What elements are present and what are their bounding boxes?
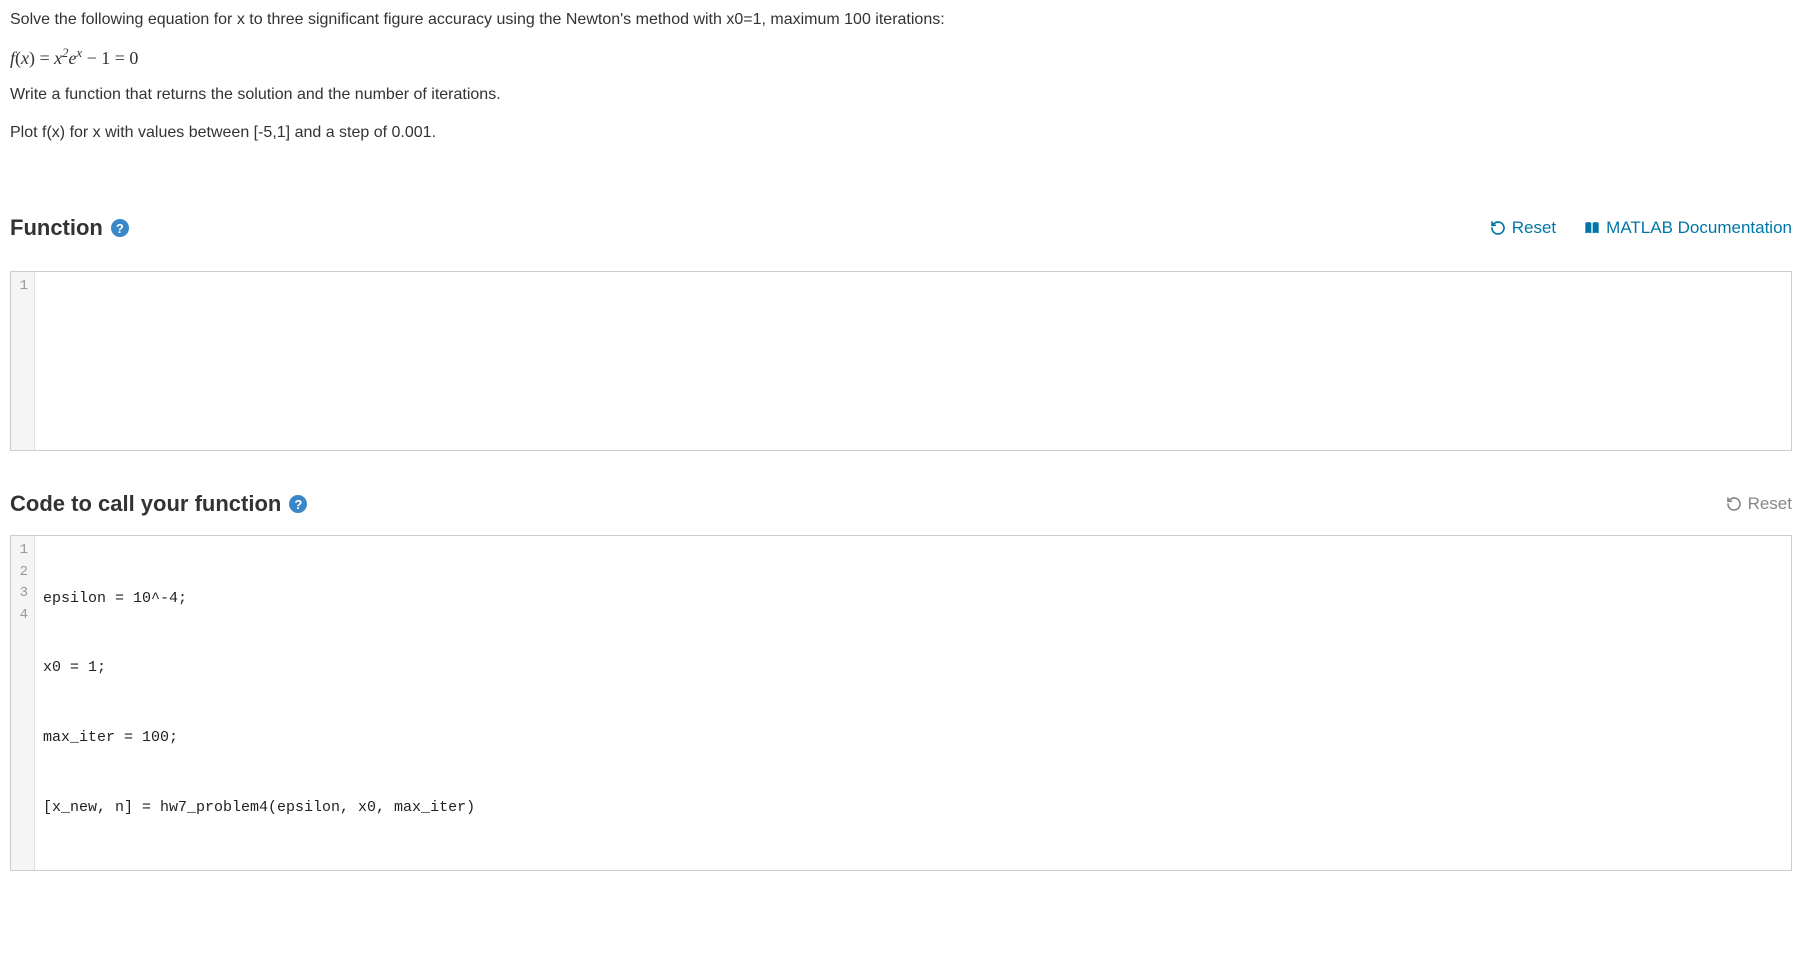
call-code-editor[interactable]: 1 2 3 4 epsilon = 10^-4; x0 = 1; max_ite… — [10, 535, 1792, 871]
call-section-title: Code to call your function ? — [10, 491, 307, 517]
reset-button[interactable]: Reset — [1490, 218, 1556, 238]
gutter-line: 4 — [15, 605, 28, 627]
matlab-documentation-link[interactable]: MATLAB Documentation — [1584, 218, 1792, 238]
code-line: x0 = 1; — [43, 656, 1783, 679]
function-section-title: Function ? — [10, 215, 129, 241]
problem-line-1: Solve the following equation for x to th… — [10, 8, 1792, 32]
call-editor-gutter: 1 2 3 4 — [11, 536, 35, 870]
help-icon[interactable]: ? — [289, 495, 307, 513]
function-header-actions: Reset MATLAB Documentation — [1490, 218, 1792, 238]
code-line: [x_new, n] = hw7_problem4(epsilon, x0, m… — [43, 796, 1783, 819]
problem-description: Solve the following equation for x to th… — [10, 8, 1792, 145]
code-line: max_iter = 100; — [43, 726, 1783, 749]
function-code-editor[interactable]: 1 — [10, 271, 1792, 451]
call-editor-content[interactable]: epsilon = 10^-4; x0 = 1; max_iter = 100;… — [35, 536, 1791, 870]
gutter-line: 1 — [15, 276, 28, 298]
reset-icon — [1490, 220, 1506, 236]
reset-icon — [1726, 496, 1742, 512]
reset-button[interactable]: Reset — [1726, 494, 1792, 514]
function-section-header: Function ? Reset MATLAB Documentation — [10, 215, 1792, 241]
problem-equation: f(x) = x2ex − 1 = 0 — [10, 46, 1792, 69]
function-editor-gutter: 1 — [11, 272, 35, 450]
book-icon — [1584, 220, 1600, 236]
help-icon[interactable]: ? — [111, 219, 129, 237]
gutter-line: 3 — [15, 583, 28, 605]
gutter-line: 1 — [15, 540, 28, 562]
code-line: epsilon = 10^-4; — [43, 587, 1783, 610]
call-section-header: Code to call your function ? Reset — [10, 491, 1792, 517]
problem-line-2: Write a function that returns the soluti… — [10, 83, 1792, 107]
function-editor-content[interactable] — [35, 272, 1791, 450]
call-header-actions: Reset — [1726, 494, 1792, 514]
gutter-line: 2 — [15, 562, 28, 584]
problem-line-3: Plot f(x) for x with values between [-5,… — [10, 121, 1792, 145]
